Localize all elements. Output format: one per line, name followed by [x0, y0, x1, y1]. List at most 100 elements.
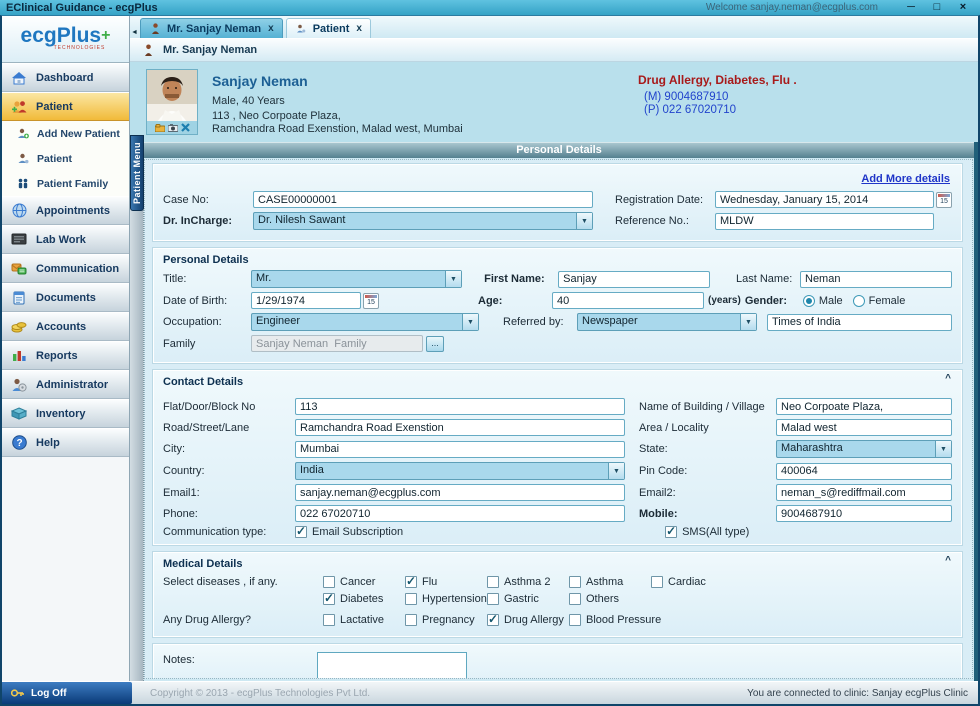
dashboard-icon: [10, 70, 28, 86]
family-label: Family: [163, 338, 251, 350]
sidebar-item-inventory[interactable]: Inventory: [2, 399, 129, 428]
state-select[interactable]: Maharashtra ▼: [776, 440, 952, 458]
tab-close-icon[interactable]: x: [356, 23, 362, 34]
disease-checkbox-gastric[interactable]: [487, 593, 499, 605]
phone-label: Phone:: [163, 508, 295, 520]
road-input[interactable]: [295, 419, 625, 436]
reference-no-input[interactable]: [715, 213, 934, 230]
sidebar-item-accounts[interactable]: Accounts: [2, 312, 129, 341]
calendar-icon[interactable]: 15: [363, 293, 379, 309]
age-label: Age:: [478, 295, 552, 307]
disease-checkbox-flu[interactable]: [405, 576, 417, 588]
close-button[interactable]: ×: [952, 1, 974, 14]
email2-input[interactable]: [776, 484, 952, 501]
allergy-checkbox-pregnancy[interactable]: [405, 614, 417, 626]
first-name-input[interactable]: [558, 271, 710, 288]
sidebar-item-lab-work[interactable]: Lab Work: [2, 225, 129, 254]
drug-allergy-label: Any Drug Allergy?: [163, 614, 323, 626]
title-select[interactable]: Mr. ▼: [251, 270, 462, 288]
reference-no-label: Reference No.:: [615, 215, 715, 227]
sidebar-item-patient-list[interactable]: Patient: [2, 146, 129, 171]
city-input[interactable]: [295, 441, 625, 458]
allergy-checkbox-lactative[interactable]: [323, 614, 335, 626]
gender-female-radio[interactable]: [853, 295, 865, 307]
last-name-label: Last Name:: [736, 273, 800, 285]
dr-incharge-select[interactable]: Dr. Nilesh Sawant ▼: [253, 212, 593, 230]
country-select[interactable]: India ▼: [295, 462, 625, 480]
tab-close-icon[interactable]: x: [268, 23, 274, 34]
disease-checkbox-hypertension[interactable]: [405, 593, 417, 605]
email1-label: Email1:: [163, 487, 295, 499]
phone-input[interactable]: [295, 505, 625, 522]
personal-details-section: Personal Details Title: Mr. ▼ First Name…: [153, 248, 962, 363]
email-subscription-checkbox[interactable]: [295, 526, 307, 538]
sidebar-item-communication[interactable]: Communication: [2, 254, 129, 283]
disease-checkbox-others[interactable]: [569, 593, 581, 605]
panel-title: Personal Details: [144, 142, 974, 158]
allergy-checkbox-blood-pressure[interactable]: [569, 614, 581, 626]
sidebar-item-help[interactable]: ? Help: [2, 428, 129, 457]
registration-date-input[interactable]: [715, 191, 934, 208]
add-more-details-link[interactable]: Add More details: [861, 173, 950, 185]
road-label: Road/Street/Lane: [163, 422, 295, 434]
panel-splitter[interactable]: Patient Menu: [130, 142, 144, 681]
pin-code-input[interactable]: [776, 463, 952, 480]
sidebar: ecgPlus+ TECHNOLOGIES Dashboard Patient: [2, 16, 130, 681]
patient-summary-band: Sanjay Neman Male, 40 Years 113 , Neo Co…: [130, 62, 978, 142]
maximize-button[interactable]: □: [926, 1, 948, 14]
sidebar-item-dashboard[interactable]: Dashboard: [2, 63, 129, 92]
referred-by-select[interactable]: Newspaper ▼: [577, 313, 757, 331]
collapse-sidebar-icon[interactable]: ◄: [131, 29, 138, 36]
flat-input[interactable]: [295, 398, 625, 415]
communication-icon: [10, 261, 28, 277]
disease-checkbox-diabetes[interactable]: [323, 593, 335, 605]
patient-menu-tab[interactable]: Patient Menu: [130, 135, 144, 211]
gender-male-radio[interactable]: [803, 295, 815, 307]
medical-details-title: Medical Details: [163, 558, 952, 570]
camera-icon[interactable]: [168, 124, 178, 132]
sms-checkbox[interactable]: [665, 526, 677, 538]
disease-checkbox-asthma[interactable]: [569, 576, 581, 588]
allergy-checkbox-drug-allergy[interactable]: [487, 614, 499, 626]
accounts-icon: [10, 319, 28, 335]
calendar-icon[interactable]: 15: [936, 192, 952, 208]
tab-patient[interactable]: Patient x: [286, 18, 371, 38]
upload-photo-icon[interactable]: [155, 124, 165, 132]
sidebar-item-patient[interactable]: Patient: [2, 92, 129, 121]
dob-label: Date of Birth:: [163, 295, 251, 307]
minimize-button[interactable]: ─: [900, 1, 922, 14]
notes-textarea[interactable]: [317, 652, 467, 679]
title-bar: EClinical Guidance - ecgPlus Welcome san…: [0, 0, 980, 15]
sidebar-item-add-new-patient[interactable]: Add New Patient: [2, 121, 129, 146]
email1-input[interactable]: [295, 484, 625, 501]
disease-checkbox-cancer[interactable]: [323, 576, 335, 588]
case-no-input[interactable]: [253, 191, 593, 208]
collapse-medical-icon[interactable]: ^: [945, 557, 951, 565]
dropdown-arrow-icon: ▼: [740, 314, 756, 330]
sidebar-item-documents[interactable]: Documents: [2, 283, 129, 312]
sidebar-item-administrator[interactable]: Administrator: [2, 370, 129, 399]
collapse-contact-icon[interactable]: ^: [945, 375, 951, 383]
tab-patient-record[interactable]: Mr. Sanjay Neman x: [140, 18, 283, 38]
building-input[interactable]: [776, 398, 952, 415]
occupation-select[interactable]: Engineer ▼: [251, 313, 479, 331]
sidebar-item-reports[interactable]: Reports: [2, 341, 129, 370]
copyright-text: Copyright © 2013 - ecgPlus Technologies …: [150, 688, 747, 699]
family-browse-button[interactable]: ...: [426, 336, 444, 352]
area-input[interactable]: [776, 419, 952, 436]
sidebar-item-appointments[interactable]: Appointments: [2, 196, 129, 225]
disease-checkbox-cardiac[interactable]: [651, 576, 663, 588]
disease-checkbox-asthma2[interactable]: [487, 576, 499, 588]
dob-input[interactable]: [251, 292, 361, 309]
age-input[interactable]: [552, 292, 704, 309]
sidebar-item-patient-family[interactable]: Patient Family: [2, 171, 129, 196]
mobile-input[interactable]: [776, 505, 952, 522]
remove-photo-icon[interactable]: [181, 123, 190, 132]
referred-detail-input[interactable]: [767, 314, 952, 331]
patient-mobile: (M) 9004687910: [644, 91, 968, 103]
tab-person-icon: [149, 23, 162, 35]
last-name-input[interactable]: [800, 271, 952, 288]
logo-plus-icon: +: [101, 27, 110, 44]
state-label: State:: [639, 443, 776, 455]
log-off-button[interactable]: Log Off: [2, 682, 132, 704]
